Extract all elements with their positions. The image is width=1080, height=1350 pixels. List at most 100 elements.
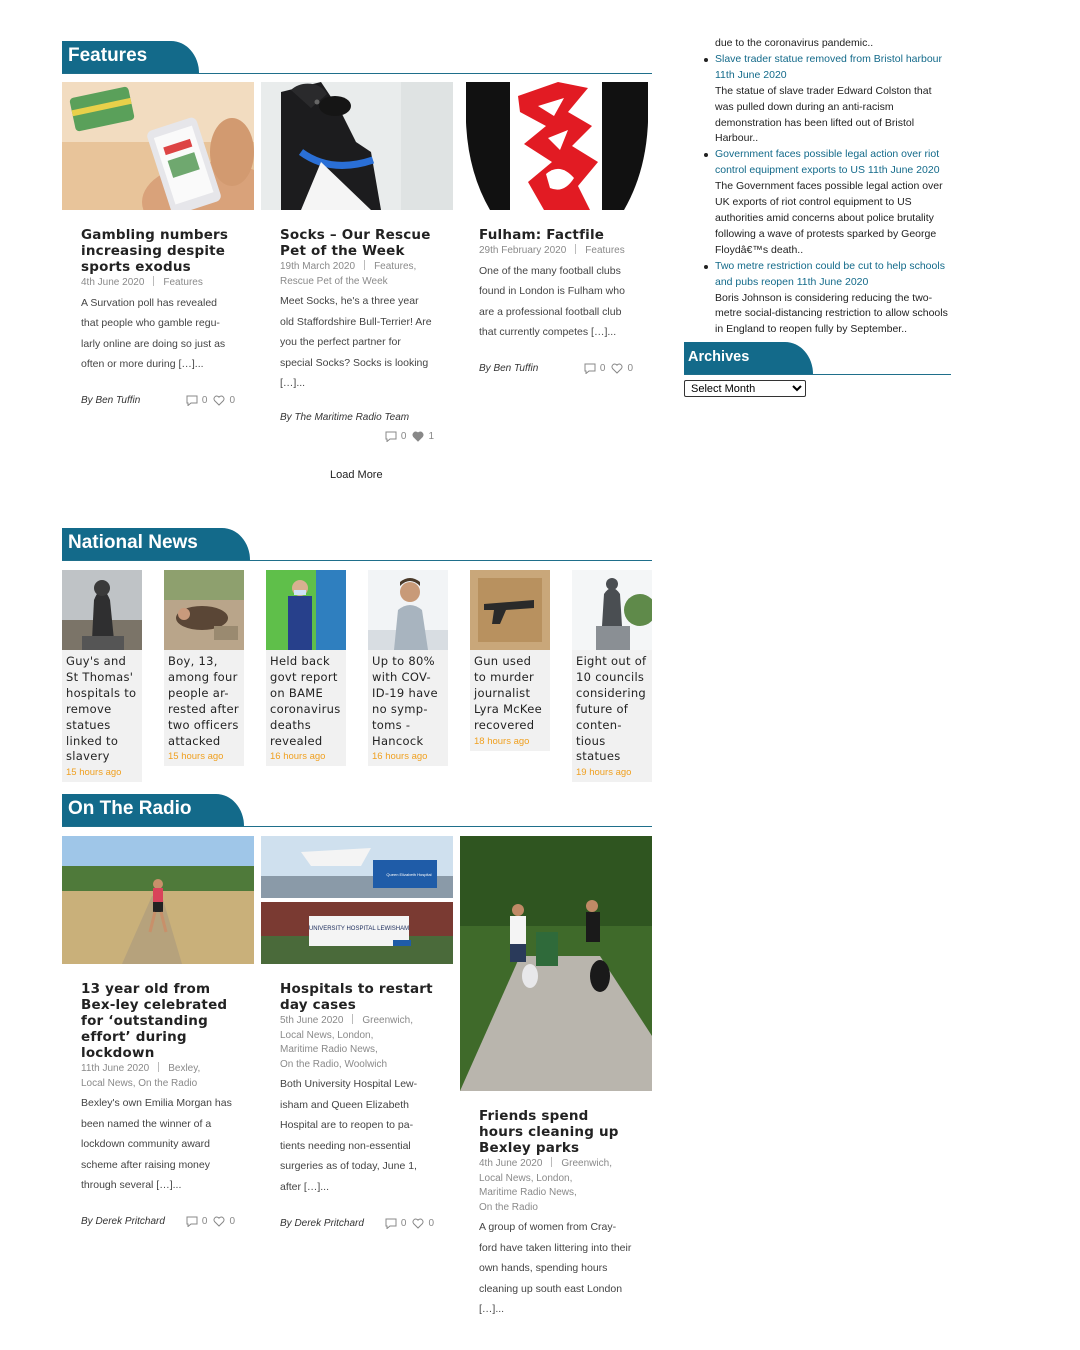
- comments-count[interactable]: 0: [584, 363, 605, 375]
- article-title[interactable]: 13 year old from Bex-ley celebrated for …: [81, 981, 235, 1061]
- article-category[interactable]: Features: [163, 277, 202, 288]
- news-thumb[interactable]: [62, 570, 142, 650]
- article-date: 4th June 2020: [81, 277, 145, 288]
- article-category[interactable]: Local News, London,: [479, 1173, 572, 1184]
- news-thumb[interactable]: [164, 570, 244, 650]
- likes-count[interactable]: 1: [412, 431, 434, 442]
- news-time: 15 hours ago: [66, 767, 122, 779]
- radio-card[interactable]: Friends spend hours cleaning up Bexley p…: [460, 836, 652, 1320]
- sidebar-news-list: Slave trader statue removed from Bristol…: [685, 52, 951, 338]
- national-news-item[interactable]: Up to 80% with COV-ID-19 have no symp-to…: [368, 570, 448, 767]
- article-category[interactable]: On the Radio, Woolwich: [280, 1059, 387, 1070]
- article-author[interactable]: By The Maritime Radio Team: [280, 412, 434, 423]
- article-category[interactable]: Maritime Radio News,: [479, 1187, 577, 1198]
- heart-icon: [412, 431, 424, 442]
- comments-count[interactable]: 0: [385, 1218, 406, 1230]
- article-category[interactable]: Maritime Radio News,: [280, 1044, 378, 1055]
- likes-count[interactable]: 0: [412, 1218, 434, 1229]
- article-category[interactable]: Bexley,: [168, 1063, 200, 1074]
- feature-image[interactable]: [261, 82, 453, 210]
- national-news-item[interactable]: Gun used to murder journalist Lyra McKee…: [470, 570, 550, 751]
- article-category[interactable]: Features: [585, 245, 624, 256]
- article-date: 29th February 2020: [479, 245, 567, 256]
- news-time: 16 hours ago: [372, 751, 428, 763]
- hospital-sign-text: Queen Elizabeth Hospital: [386, 872, 431, 877]
- article-author[interactable]: By Ben Tuffin: [81, 395, 140, 406]
- sidebar-news-desc: The statue of slave trader Edward Colsto…: [715, 84, 932, 145]
- news-thumb[interactable]: [572, 570, 652, 650]
- article-category[interactable]: Greenwich,: [561, 1158, 612, 1169]
- news-title[interactable]: Gun used to murder journalist Lyra McKee…: [470, 650, 550, 734]
- article-title[interactable]: Fulham: Factfile: [479, 227, 633, 243]
- news-thumb[interactable]: [470, 570, 550, 650]
- national-news-item[interactable]: Eight out of 10 councils considering fut…: [572, 570, 652, 783]
- article-category[interactable]: Features,: [374, 261, 416, 272]
- likes-count[interactable]: 0: [213, 1216, 235, 1227]
- article-excerpt: One of the many football clubs found in …: [479, 264, 625, 339]
- article-category[interactable]: Rescue Pet of the Week: [280, 276, 388, 287]
- comments-count[interactable]: 0: [186, 1216, 207, 1228]
- radio-image[interactable]: [460, 836, 652, 1091]
- comments-count[interactable]: 0: [186, 395, 207, 407]
- national-news-item[interactable]: Held back govt report on BAME coronaviru…: [266, 570, 346, 767]
- news-title[interactable]: Guy's and St Thomas' hospitals to remove…: [62, 650, 142, 765]
- news-time: 15 hours ago: [168, 751, 224, 763]
- heart-icon: [213, 395, 225, 407]
- article-author[interactable]: By Derek Pritchard: [81, 1216, 165, 1227]
- sidebar-news-link[interactable]: Two metre restriction could be cut to he…: [715, 259, 951, 291]
- news-title[interactable]: Eight out of 10 councils considering fut…: [572, 650, 652, 765]
- radio-card[interactable]: Queen Elizabeth Hospital UNIVERSITY HOSP…: [261, 836, 453, 1232]
- radio-card[interactable]: 13 year old from Bex-ley celebrated for …: [62, 836, 254, 1230]
- news-thumb[interactable]: [266, 570, 346, 650]
- on-the-radio-header: On The Radio: [62, 794, 652, 827]
- feature-image[interactable]: [460, 82, 652, 210]
- article-meta: 4th June 2020 Greenwich, Local News, Lond…: [479, 1157, 633, 1215]
- news-title[interactable]: Held back govt report on BAME coronaviru…: [266, 650, 346, 749]
- article-category[interactable]: Greenwich,: [362, 1015, 413, 1026]
- news-title[interactable]: Boy, 13, among four people ar-rested aft…: [164, 650, 244, 749]
- national-news-item[interactable]: Boy, 13, among four people ar-rested aft…: [164, 570, 244, 767]
- archives-month-select[interactable]: Select Month: [684, 380, 806, 397]
- feature-image[interactable]: [62, 82, 254, 210]
- comments-count[interactable]: 0: [385, 431, 406, 442]
- news-time: 16 hours ago: [270, 751, 326, 763]
- radio-image[interactable]: [62, 836, 254, 964]
- national-news-header: National News: [62, 528, 652, 561]
- features-header: Features: [62, 41, 652, 74]
- national-news-item[interactable]: Guy's and St Thomas' hospitals to remove…: [62, 570, 142, 783]
- feature-card[interactable]: Socks – Our Rescue Pet of the Week 19th …: [261, 82, 453, 442]
- radio-image[interactable]: Queen Elizabeth Hospital UNIVERSITY HOSP…: [261, 836, 453, 964]
- article-title[interactable]: Socks – Our Rescue Pet of the Week: [280, 227, 434, 259]
- likes-count[interactable]: 0: [611, 363, 633, 374]
- sidebar-news: due to the coronavirus pandemic.. Slave …: [685, 36, 951, 338]
- sidebar-news-desc: Boris Johnson is considering reducing th…: [715, 291, 948, 336]
- article-date: 4th June 2020: [479, 1158, 543, 1169]
- article-author[interactable]: By Ben Tuffin: [479, 363, 538, 374]
- features-title: Features: [62, 41, 200, 73]
- news-time: 19 hours ago: [576, 767, 632, 779]
- load-more-button[interactable]: Load More: [330, 469, 383, 481]
- feature-card[interactable]: Fulham: Factfile 29th February 2020 Featu…: [460, 82, 652, 377]
- news-thumb[interactable]: [368, 570, 448, 650]
- article-meta: 29th February 2020 Features: [479, 244, 633, 259]
- article-author[interactable]: By Derek Pritchard: [280, 1218, 364, 1229]
- comment-icon: [385, 431, 397, 442]
- article-category[interactable]: Local News, On the Radio: [81, 1078, 197, 1089]
- news-title[interactable]: Up to 80% with COV-ID-19 have no symp-to…: [368, 650, 448, 749]
- feature-card[interactable]: Gambling numbers increasing despite spor…: [62, 82, 254, 409]
- sidebar-news-link[interactable]: Slave trader statue removed from Bristol…: [715, 52, 951, 84]
- article-excerpt: Both University Hospital Lew-isham and Q…: [280, 1078, 418, 1193]
- article-excerpt: A group of women from Cray-ford have tak…: [479, 1221, 632, 1316]
- article-excerpt: Bexley's own Emilia Morgan has been name…: [81, 1097, 232, 1192]
- article-title[interactable]: Gambling numbers increasing despite spor…: [81, 227, 235, 275]
- sidebar-news-link[interactable]: Government faces possible legal action o…: [715, 147, 951, 179]
- article-category[interactable]: On the Radio: [479, 1202, 538, 1213]
- heart-icon: [412, 1218, 424, 1229]
- article-title[interactable]: Hospitals to restart day cases: [280, 981, 434, 1013]
- archives-title: Archives: [684, 342, 814, 374]
- heart-icon: [213, 1217, 225, 1228]
- likes-count[interactable]: 0: [213, 395, 235, 406]
- article-excerpt: Meet Socks, he's a three year old Staffo…: [280, 295, 432, 390]
- article-category[interactable]: Local News, London,: [280, 1030, 373, 1041]
- article-title[interactable]: Friends spend hours cleaning up Bexley p…: [479, 1108, 633, 1156]
